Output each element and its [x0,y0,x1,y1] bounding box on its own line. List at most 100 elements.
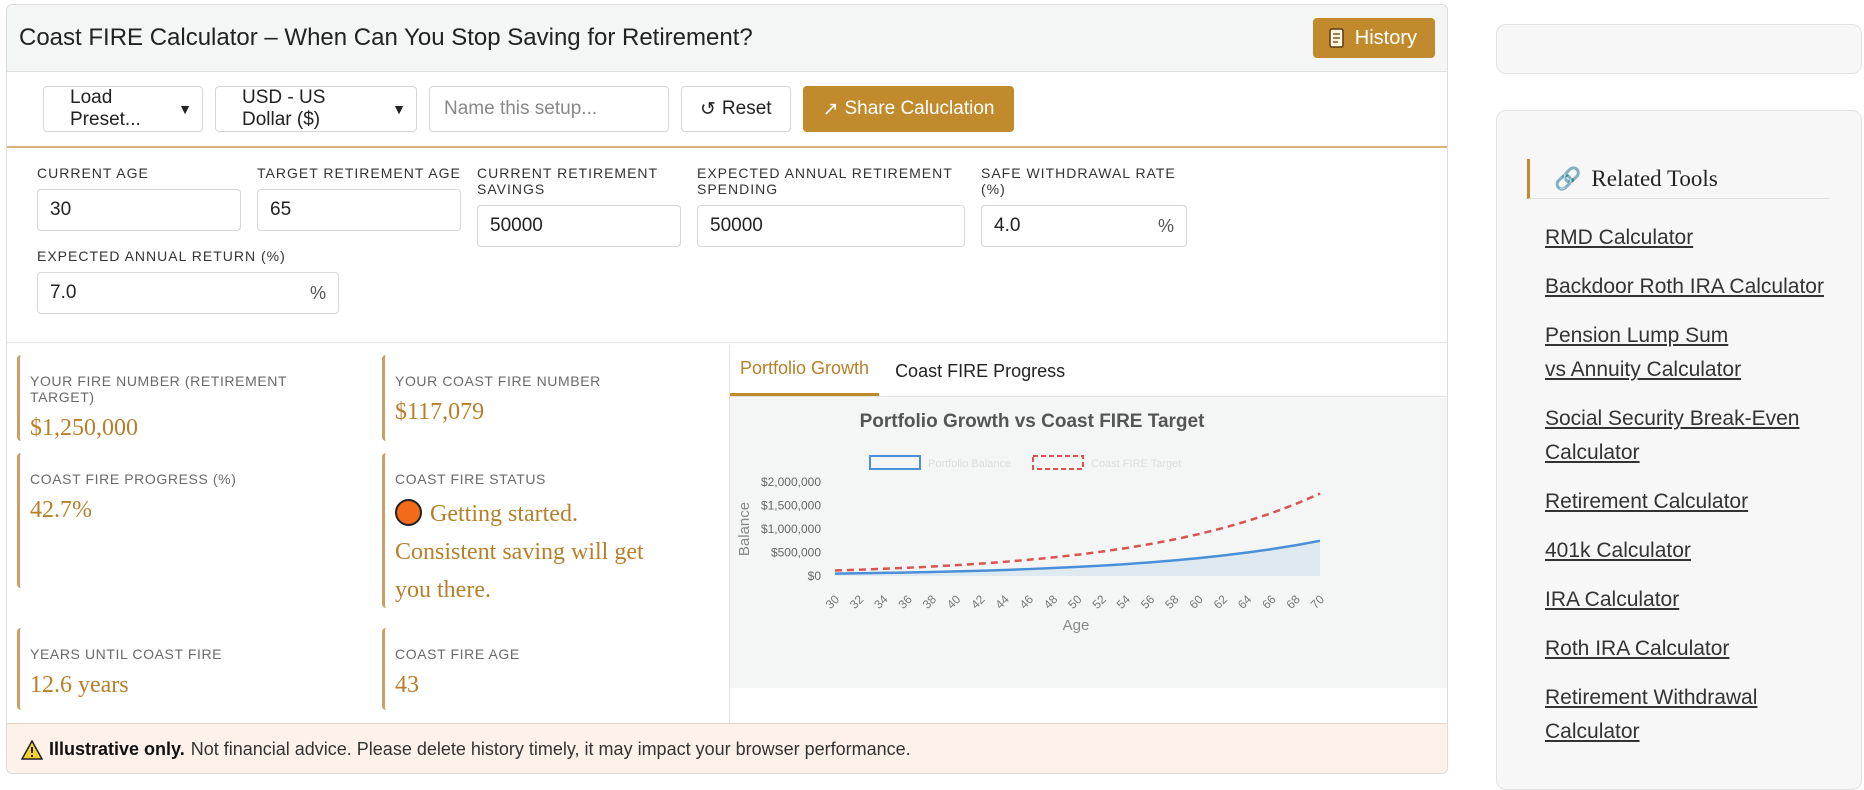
target-age-label: TARGET RETIREMENT AGE [257,165,461,181]
share-label: Share Caluclation [844,98,995,119]
chart-pane: Portfolio Growth Coast FIRE Progress Por… [729,345,1447,725]
setup-name-input[interactable]: Name this setup... [429,86,669,132]
x-tick-label: 54 [1114,592,1134,612]
coast-number-card: YOUR COAST FIRE NUMBER $117,079 [382,355,682,441]
return-input[interactable]: 7.0 % [37,272,339,314]
link-icon: 🔗 [1554,165,1582,191]
years-card: YEARS UNTIL COAST FIRE 12.6 years [17,628,297,710]
chart-tabs: Portfolio Growth Coast FIRE Progress [730,345,1447,397]
chevron-down-icon: ▼ [178,101,192,117]
y-tick-label: $1,000,000 [761,522,821,536]
legend-swatch-target [1032,455,1084,470]
y-axis-label: Balance [736,502,753,556]
x-tick-label: 40 [944,592,964,612]
calculator-header: Coast FIRE Calculator – When Can You Sto… [7,5,1447,72]
portfolio-area [835,540,1320,576]
current-age-input[interactable]: 30 [37,189,241,231]
related-tool-link[interactable]: Retirement Calculator [1545,485,1845,519]
y-tick-label: $500,000 [771,546,821,560]
related-tool-link[interactable]: RMD Calculator [1545,221,1845,255]
related-tool-link[interactable]: Backdoor Roth IRA Calculator [1545,270,1845,304]
x-tick-label: 36 [896,592,916,612]
disclaimer-bold: Illustrative only. [49,739,185,759]
related-tool-link[interactable]: Roth IRA Calculator [1545,632,1845,666]
x-tick-label: 46 [1017,592,1037,612]
inputs-form: CURRENT AGE 30 TARGET RETIREMENT AGE 65 … [7,148,1447,343]
current-age-label: CURRENT AGE [37,165,149,181]
return-label: EXPECTED ANNUAL RETURN (%) [37,248,286,264]
coast-age-label: COAST FIRE AGE [395,646,520,662]
target-age-input[interactable]: 65 [257,189,461,231]
target-age-field: TARGET RETIREMENT AGE 65 [257,165,461,231]
related-tool-link[interactable]: Social Security Break-Even Calculator [1545,402,1845,470]
status-label: COAST FIRE STATUS [395,471,546,487]
x-tick-label: 60 [1187,592,1207,612]
return-value: 7.0 [50,282,77,303]
savings-input[interactable]: 50000 [477,205,681,247]
x-tick-label: 48 [1041,592,1061,612]
return-field: EXPECTED ANNUAL RETURN (%) 7.0 % [37,248,339,314]
x-tick-label: 52 [1090,592,1110,612]
x-axis-label: Age [1063,617,1090,634]
y-tick-label: $2,000,000 [761,475,821,489]
x-tick-label: 42 [968,592,988,612]
x-tick-label: 44 [993,592,1013,612]
preset-label: Load Preset... [70,87,141,130]
disclaimer-footer: Illustrative only. Not financial advice.… [7,723,1447,773]
swr-input[interactable]: 4.0 % [981,205,1187,247]
orange-circle-icon [395,499,422,526]
spending-value: 50000 [710,215,763,236]
legend-swatch-portfolio [869,455,921,470]
status-text: Getting started. Consistent saving will … [395,495,672,609]
savings-label: CURRENT RETIREMENT SAVINGS [477,165,658,197]
tab-portfolio-growth[interactable]: Portfolio Growth [730,358,880,396]
toolbar: Load Preset... ▼ USD - US Dollar ($) ▼ N… [7,72,1447,148]
savings-value: 50000 [490,215,543,236]
swr-label: SAFE WITHDRAWAL RATE (%) [981,165,1176,197]
coast-age-value: 43 [395,672,419,698]
fire-number-value: $1,250,000 [30,415,138,441]
spending-field: EXPECTED ANNUAL RETIREMENT SPENDING 5000… [697,165,965,247]
x-tick-label: 70 [1308,592,1328,612]
x-tick-label: 56 [1138,592,1158,612]
currency-select[interactable]: USD - US Dollar ($) ▼ [215,86,417,132]
y-tick-label: $0 [808,569,822,583]
current-age-value: 30 [50,199,72,220]
currency-label: USD - US Dollar ($) [242,87,326,130]
x-tick-label: 68 [1284,592,1304,612]
scroll-icon [1329,28,1344,48]
sidebar-top-box [1496,24,1862,74]
x-tick-label: 58 [1162,592,1182,612]
reset-icon: ↺ [700,98,716,120]
x-tick-label: 66 [1259,592,1279,612]
history-button[interactable]: History [1312,18,1435,58]
related-tool-link[interactable]: Pension Lump Sum vs Annuity Calculator [1545,319,1745,387]
related-tools-title: Related Tools [1591,165,1718,191]
x-tick-label: 50 [1065,592,1085,612]
related-tools-header: 🔗 Related Tools [1527,159,1829,199]
swr-value: 4.0 [994,215,1021,236]
chart-area: Portfolio Growth vs Coast FIRE Target Por… [730,398,1447,688]
progress-label: COAST FIRE PROGRESS (%) [30,471,237,487]
related-tool-link[interactable]: 401k Calculator [1545,534,1845,568]
tab-coast-fire-progress[interactable]: Coast FIRE Progress [885,361,1075,396]
reset-button[interactable]: ↺ Reset [681,86,791,132]
chart-title: Portfolio Growth vs Coast FIRE Target [860,411,1206,432]
progress-value: 42.7% [30,497,92,523]
related-tools-list: RMD Calculator Backdoor Roth IRA Calculat… [1545,221,1845,764]
preset-select[interactable]: Load Preset... ▼ [43,86,203,132]
legend-label-portfolio: Portfolio Balance [928,458,1011,470]
status-card: COAST FIRE STATUS Getting started. Consi… [382,453,682,608]
related-tool-link[interactable]: IRA Calculator [1545,583,1845,617]
savings-field: CURRENT RETIREMENT SAVINGS 50000 [477,165,681,247]
status-value: Getting started. Consistent saving will … [395,501,644,603]
spending-label: EXPECTED ANNUAL RETIREMENT SPENDING [697,165,953,197]
x-tick-label: 64 [1235,592,1255,612]
portfolio-chart: Portfolio Growth vs Coast FIRE Target Por… [736,411,1328,634]
related-tool-link[interactable]: Retirement Withdrawal Calculator [1545,681,1765,749]
calculator-panel: Coast FIRE Calculator – When Can You Sto… [6,4,1448,774]
current-age-field: CURRENT AGE 30 [37,165,241,231]
spending-input[interactable]: 50000 [697,205,965,247]
fire-number-card: YOUR FIRE NUMBER (RETIREMENT TARGET) $1,… [17,355,297,441]
share-button[interactable]: ↗ Share Caluclation [802,86,1015,132]
